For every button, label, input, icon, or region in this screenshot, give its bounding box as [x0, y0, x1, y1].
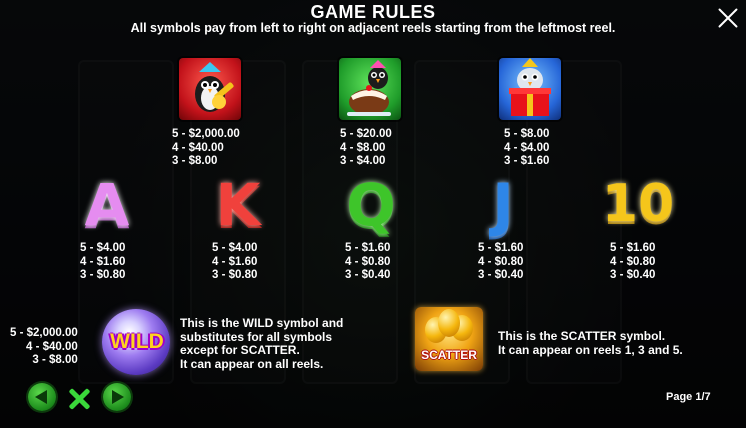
close-icon[interactable]: [714, 5, 742, 33]
symbol-penguin-cake: [339, 58, 401, 120]
page-indicator: Page 1/7: [666, 391, 711, 403]
next-page-button[interactable]: [103, 383, 131, 411]
wild-label: WILD: [110, 330, 164, 353]
wild-description: This is the WILD symbol and substitutes …: [180, 316, 344, 371]
symbol-letter-k: K: [215, 171, 261, 239]
x-icon[interactable]: [67, 387, 91, 411]
penguin-guitar-icon: [195, 62, 234, 112]
symbol-letter-j: J: [492, 171, 514, 239]
symbol-letter-q: Q: [346, 171, 396, 239]
symbol-letter-a: A: [84, 171, 130, 239]
paytable-number-10: 5 - $1.60 4 - $0.80 3 - $0.40: [610, 242, 656, 281]
scatter-label: SCATTER: [421, 348, 477, 362]
game-rules-screen: GAME RULES All symbols pay from left to …: [0, 0, 746, 428]
arrow-right-icon: [112, 390, 124, 404]
arrow-left-icon: [35, 390, 47, 404]
page-title: GAME RULES: [310, 2, 436, 22]
previous-page-button[interactable]: [28, 383, 56, 411]
penguin-cake-icon: [347, 60, 391, 116]
paytable-letter-q: 5 - $1.60 4 - $0.80 3 - $0.40: [345, 242, 391, 281]
scatter-description: This is the SCATTER symbol. It can appea…: [498, 329, 683, 357]
paytable-penguin-gift: 5 - $8.00 4 - $4.00 3 - $1.60: [504, 128, 550, 167]
paytable-penguin-cake: 5 - $20.00 4 - $8.00 3 - $4.00: [340, 128, 392, 167]
penguin-gift-icon: [509, 58, 551, 116]
paytable-wild: 5 - $2,000.00 4 - $40.00 3 - $8.00: [10, 327, 78, 366]
paytable-letter-a: 5 - $4.00 4 - $1.60 3 - $0.80: [80, 242, 126, 281]
symbol-number-10: 10: [601, 174, 675, 234]
rules-subtitle: All symbols pay from left to right on ad…: [130, 21, 616, 35]
paytable-letter-k: 5 - $4.00 4 - $1.60 3 - $0.80: [212, 242, 258, 281]
symbol-penguin-guitar: [179, 58, 241, 120]
balloon-icon: [438, 309, 460, 337]
symbol-penguin-gift: [499, 58, 561, 120]
paytable-penguin-guitar: 5 - $2,000.00 4 - $40.00 3 - $8.00: [172, 128, 240, 167]
paytable-letter-j: 5 - $1.60 4 - $0.80 3 - $0.40: [478, 242, 524, 281]
